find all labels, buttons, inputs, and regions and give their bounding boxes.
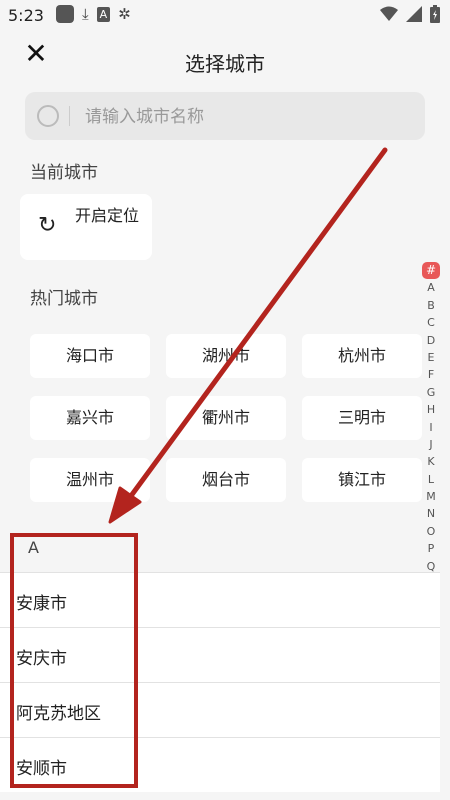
search-input[interactable] — [83, 102, 407, 132]
refresh-icon: ↻ — [38, 213, 57, 238]
hot-city-button[interactable]: 杭州市 — [302, 334, 422, 378]
current-city-label: 当前城市 — [30, 163, 98, 183]
hot-city-button[interactable]: 温州市 — [30, 458, 150, 502]
index-letter[interactable]: J — [420, 436, 442, 453]
search-divider — [69, 106, 70, 126]
status-time: 5:23 — [8, 6, 44, 25]
index-letter[interactable]: A — [420, 279, 442, 296]
search-box[interactable] — [25, 92, 425, 140]
hot-cities-label: 热门城市 — [30, 289, 98, 309]
index-letter[interactable]: E — [420, 349, 442, 366]
city-name: 安顺市 — [16, 759, 67, 779]
header: ✕ 选择城市 — [0, 30, 450, 88]
list-item[interactable]: 安顺市 — [0, 737, 440, 792]
city-name: 安庆市 — [16, 649, 67, 669]
index-letter[interactable]: D — [420, 332, 442, 349]
hot-city-button[interactable]: 海口市 — [30, 334, 150, 378]
hot-city-button[interactable]: 湖州市 — [166, 334, 286, 378]
hot-city-button[interactable]: 烟台市 — [166, 458, 286, 502]
list-section-header: A — [0, 522, 450, 572]
index-letter[interactable]: G — [420, 384, 442, 401]
a-badge-icon: A — [96, 6, 111, 22]
locate-button[interactable]: ↻ 开启定位 — [20, 194, 152, 260]
index-letter[interactable]: H — [420, 401, 442, 418]
battery-icon — [430, 5, 440, 23]
signal-icon — [406, 6, 422, 22]
section-letter: A — [28, 538, 39, 557]
status-bar: 5:23 ⤓ A ✲ — [0, 0, 450, 30]
index-letter[interactable]: N — [420, 505, 442, 522]
list-item[interactable]: 安庆市 — [0, 627, 440, 682]
city-name: 阿克苏地区 — [16, 704, 101, 724]
index-letter[interactable]: F — [420, 366, 442, 383]
locate-label: 开启定位 — [74, 206, 139, 225]
index-letter[interactable]: # — [422, 262, 440, 280]
city-name: 安康市 — [16, 594, 67, 614]
hot-city-button[interactable]: 三明市 — [302, 396, 422, 440]
index-letter[interactable]: L — [420, 471, 442, 488]
hot-city-button[interactable]: 镇江市 — [302, 458, 422, 502]
list-item[interactable]: 安康市 — [0, 572, 440, 627]
index-letter[interactable]: B — [420, 297, 442, 314]
square-icon — [56, 5, 74, 23]
status-icons-right — [380, 5, 440, 23]
hot-city-button[interactable]: 衢州市 — [166, 396, 286, 440]
page-title: 选择城市 — [185, 52, 265, 76]
hot-city-button[interactable]: 嘉兴市 — [30, 396, 150, 440]
index-letter[interactable]: I — [420, 419, 442, 436]
search-icon — [37, 105, 59, 127]
index-letter[interactable]: K — [420, 453, 442, 470]
status-icons-left: ⤓ A ✲ — [56, 5, 131, 23]
index-letter[interactable]: C — [420, 314, 442, 331]
index-letter[interactable]: M — [420, 488, 442, 505]
download-icon: ⤓ — [82, 5, 89, 23]
list-item[interactable]: 阿克苏地区 — [0, 682, 440, 737]
wifi-icon — [380, 6, 398, 21]
bug-icon: ✲ — [118, 5, 131, 23]
